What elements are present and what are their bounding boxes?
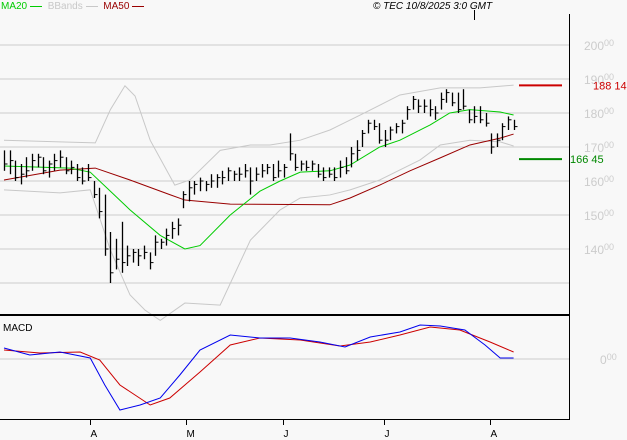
y-tick-label: 20000 xyxy=(584,38,614,53)
y-tick-label: 16000 xyxy=(584,174,614,189)
price-marker-label: 188 14 xyxy=(593,80,627,92)
macd-line xyxy=(3,324,514,411)
macd-zero-label: 000 xyxy=(600,352,617,367)
ma20-line xyxy=(3,109,514,250)
y-tick-label: 14000 xyxy=(584,242,614,257)
x-tick-label: J xyxy=(284,429,289,440)
price-chart: 2000019000180001700016000150001400000018… xyxy=(0,10,627,440)
y-tick-label: 18000 xyxy=(584,106,614,121)
macd-signal-line xyxy=(3,326,514,406)
y-tick-label: 15000 xyxy=(584,208,614,223)
price-marker-label: 166 45 xyxy=(570,154,604,166)
x-tick-label: J xyxy=(385,429,390,440)
macd-title: MACD xyxy=(3,323,32,334)
x-tick-label: A xyxy=(91,429,98,440)
y-tick-label: 17000 xyxy=(584,140,614,155)
bband-lower-line xyxy=(3,139,514,322)
x-tick-label: M xyxy=(187,429,195,440)
x-tick-label: A xyxy=(491,429,498,440)
